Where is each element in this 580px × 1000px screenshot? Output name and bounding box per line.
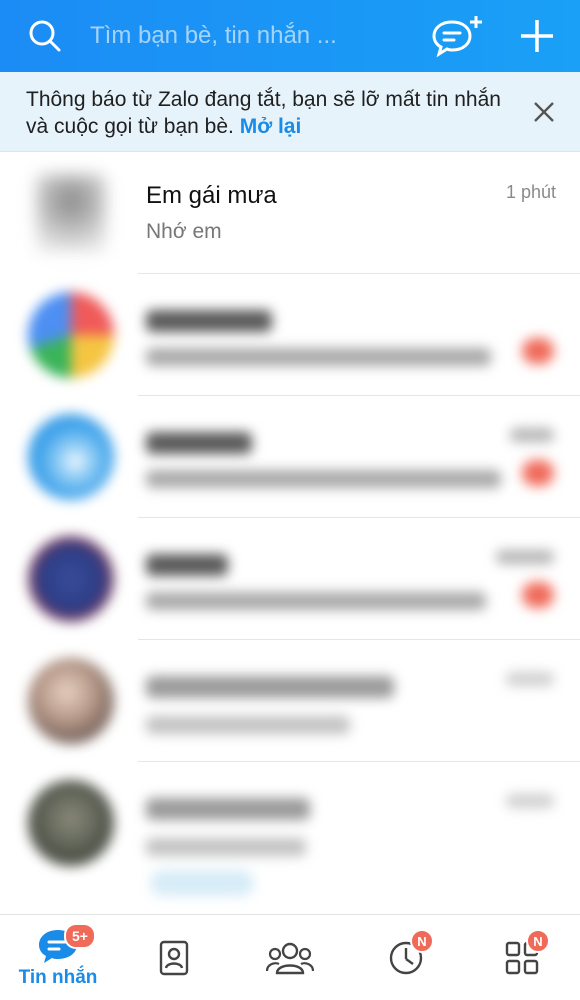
avatar [36,174,106,252]
reenable-link[interactable]: Mở lại [240,115,302,138]
close-banner-button[interactable] [528,96,560,128]
timeline-new-badge: N [410,929,434,953]
conversation-row[interactable]: Em gái mưa Nhớ em 1 phút [0,152,580,274]
avatar [28,292,114,378]
blurred-time [506,672,554,686]
chat-plus-icon [432,16,482,58]
more-new-badge: N [526,929,550,953]
search-input[interactable]: Tìm bạn bè, tin nhắn ... [90,22,422,50]
avatar [28,780,114,866]
tab-messages[interactable]: Tin nhắn 5+ [0,915,116,1000]
zalo-app: Tìm bạn bè, tin nhắn ... Thông báo từ Za… [0,0,580,1000]
conversation-row-blurred[interactable] [0,640,580,762]
message-time: 1 phút [505,182,556,202]
blurred-preview [146,348,491,366]
tab-more[interactable]: N [464,915,580,1000]
add-button[interactable] [494,0,580,72]
blurred-name [146,310,272,332]
conversation-row-blurred[interactable] [0,274,580,396]
unread-badge [522,338,554,364]
blurred-preview [146,470,501,488]
top-bar: Tìm bạn bè, tin nhắn ... [0,0,580,72]
conversation-row-blurred[interactable] [0,396,580,518]
tab-groups[interactable] [232,915,348,1000]
notification-off-banner: Thông báo từ Zalo đang tắt, bạn sẽ lỡ mấ… [0,72,580,152]
blurred-time [506,794,554,808]
blurred-name [146,554,228,576]
blurred-name [146,676,394,698]
tab-timeline[interactable]: N [348,915,464,1000]
blurred-time [510,428,554,442]
notice-text: Thông báo từ Zalo đang tắt, bạn sẽ lỡ mấ… [26,86,506,140]
tab-contacts[interactable] [116,915,232,1000]
avatar [28,414,114,500]
messages-unread-badge: 5+ [64,923,96,949]
avatar [28,536,114,622]
blurred-name [146,798,310,820]
blurred-name [146,432,252,454]
blurred-preview [146,838,306,856]
unread-badge [522,582,554,608]
conversation-list: Em gái mưa Nhớ em 1 phút [0,152,580,914]
search-button[interactable] [0,0,90,72]
contact-name: Em gái mưa [146,182,277,209]
unread-badge [522,460,554,486]
plus-icon [521,20,553,52]
search-icon [29,20,61,52]
blurred-preview [146,592,486,610]
blurred-preview [146,716,350,734]
blurred-chip [150,870,254,896]
close-icon [534,102,554,122]
conversation-row-blurred[interactable] [0,762,580,904]
tab-messages-label: Tin nhắn [18,966,98,988]
avatar [28,658,114,744]
new-group-chat-button[interactable] [422,0,494,72]
contact-book-icon [159,940,189,975]
group-icon [265,942,315,974]
conversation-row-blurred[interactable] [0,518,580,640]
message-preview: Nhớ em [146,220,222,243]
bottom-nav: Tin nhắn 5+ N N [0,914,580,1000]
blurred-time [496,550,554,564]
